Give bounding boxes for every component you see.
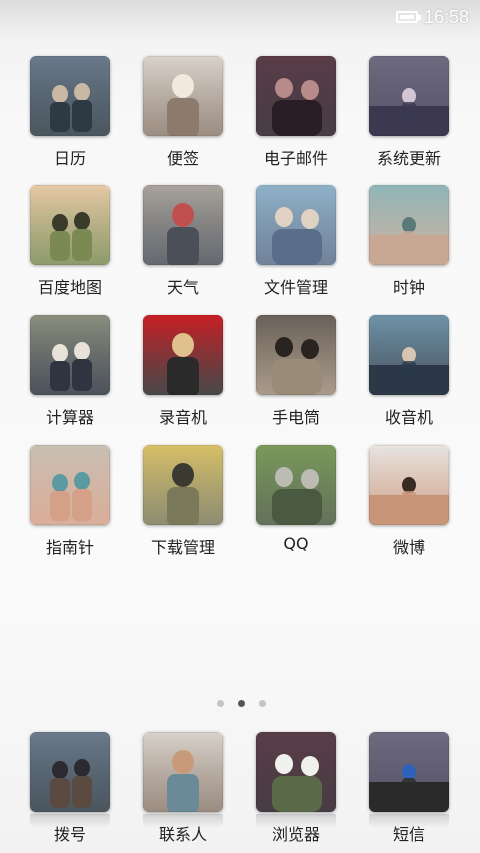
page-dot[interactable] [217,700,224,707]
browser-icon [256,732,336,812]
app-label: 天气 [166,278,199,297]
app-sms[interactable]: 短信 [354,732,464,847]
app-label: 时钟 [392,278,425,297]
app-label: 收音机 [384,408,433,427]
app-label: 联系人 [158,825,207,844]
app-label: 文件管理 [263,278,328,297]
contacts-icon [143,732,223,812]
file-manager-icon [256,185,336,265]
page-dot[interactable] [259,700,266,707]
clock-icon [369,185,449,265]
app-compass[interactable]: 指南针 [15,445,125,565]
compass-icon [30,445,110,525]
app-weather[interactable]: 天气 [128,185,238,305]
notes-icon [143,56,223,136]
app-calculator[interactable]: 计算器 [15,315,125,435]
app-label: 手电筒 [271,408,320,427]
recorder-icon [143,315,223,395]
system-update-icon [369,56,449,136]
app-weibo[interactable]: 微博 [354,445,464,565]
app-download-manager[interactable]: 下载管理 [128,445,238,565]
app-label: 录音机 [158,408,207,427]
app-label: QQ [283,534,309,553]
status-time: 16:58 [424,7,470,27]
app-qq[interactable]: QQ [241,445,351,565]
app-label: 下载管理 [150,538,215,557]
dock: 拨号 联系人 浏览器 短信 [0,732,480,853]
status-bar: 16:58 [0,0,480,36]
baidu-map-icon [30,185,110,265]
app-dialer[interactable]: 拨号 [15,732,125,847]
app-contacts[interactable]: 联系人 [128,732,238,847]
radio-icon [369,315,449,395]
calendar-icon [30,56,110,136]
weibo-icon [369,445,449,525]
app-label: 便签 [166,149,199,168]
app-file-manager[interactable]: 文件管理 [241,185,351,305]
app-label: 微博 [392,538,425,557]
app-label: 指南针 [45,538,94,557]
battery-full-icon [396,11,421,23]
dialer-icon [30,732,110,812]
app-clock[interactable]: 时钟 [354,185,464,305]
app-label: 计算器 [45,408,94,427]
app-label: 浏览器 [271,825,320,844]
qq-icon [256,445,336,525]
app-recorder[interactable]: 录音机 [128,315,238,435]
page-indicator [0,700,480,708]
app-email[interactable]: 电子邮件 [241,56,351,176]
app-label: 百度地图 [37,278,102,297]
download-manager-icon [143,445,223,525]
sms-icon [369,732,449,812]
app-baidu-map[interactable]: 百度地图 [15,185,125,305]
app-calendar[interactable]: 日历 [15,56,125,176]
app-notes[interactable]: 便签 [128,56,238,176]
app-radio[interactable]: 收音机 [354,315,464,435]
app-label: 电子邮件 [263,149,328,168]
calculator-icon [30,315,110,395]
app-flashlight[interactable]: 手电筒 [241,315,351,435]
page-dot[interactable] [238,700,245,707]
flashlight-icon [256,315,336,395]
app-label: 系统更新 [376,149,441,168]
app-label: 短信 [392,825,425,844]
app-system-update[interactable]: 系统更新 [354,56,464,176]
app-browser[interactable]: 浏览器 [241,732,351,847]
weather-icon [143,185,223,265]
email-icon [256,56,336,136]
app-label: 拨号 [53,825,86,844]
app-label: 日历 [53,149,86,168]
